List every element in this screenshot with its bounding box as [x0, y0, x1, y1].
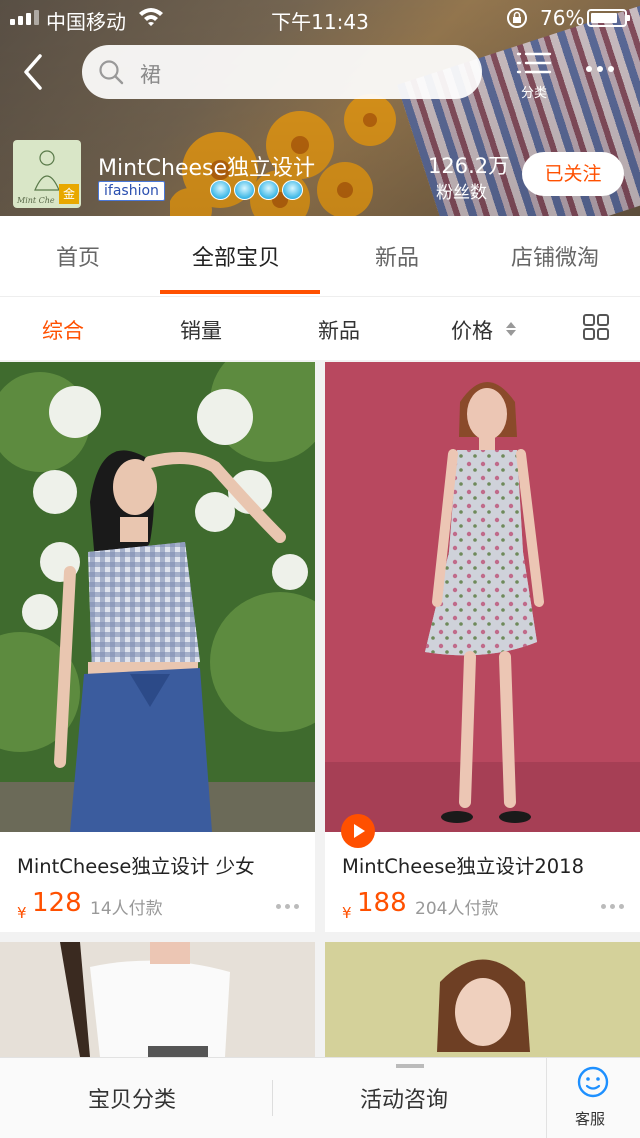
tab-home[interactable]: 首页 [56, 240, 100, 272]
product-card[interactable] [325, 942, 640, 1057]
activity-consult-button[interactable]: 活动咨询 [360, 1082, 448, 1114]
video-play-icon[interactable] [341, 814, 375, 848]
active-tab-indicator [160, 290, 320, 294]
more-icon[interactable] [601, 904, 624, 909]
product-price: 188 [357, 888, 407, 918]
shop-logo-text: Mint Che [17, 196, 55, 205]
sort-price[interactable]: 价格 [451, 315, 493, 345]
category-button[interactable]: 分类 [512, 48, 556, 101]
more-icon[interactable] [276, 904, 299, 909]
rotation-lock-icon [507, 8, 527, 28]
currency-symbol: ¥ [342, 904, 352, 922]
shop-logo[interactable]: Mint Che 金 [13, 140, 81, 208]
product-image [0, 942, 315, 1057]
tab-new[interactable]: 新品 [375, 240, 419, 272]
search-placeholder: 裙 [140, 63, 161, 87]
product-image [325, 362, 640, 832]
tab-all-items[interactable]: 全部宝贝 [192, 240, 280, 272]
product-image [325, 942, 640, 1057]
status-bar: 中国移动 下午11:43 76% [0, 0, 640, 36]
customer-service-label[interactable]: 客服 [575, 1108, 605, 1129]
divider [546, 1058, 547, 1138]
ifashion-badge: ifashion [98, 181, 165, 201]
sort-sales[interactable]: 销量 [180, 315, 222, 345]
customer-service-icon[interactable] [577, 1066, 609, 1098]
list-icon [516, 52, 552, 74]
more-options-icon[interactable] [586, 66, 614, 72]
divider [272, 1080, 273, 1116]
shop-name[interactable]: MintCheese独立设计 [98, 150, 315, 182]
currency-symbol: ¥ [17, 904, 27, 922]
product-card[interactable]: MintCheese独立设计2018 ¥ 188 204人付款 [325, 362, 640, 932]
fans-label: 粉丝数 [436, 183, 487, 203]
bottom-bar: 宝贝分类 活动咨询 客服 [0, 1057, 640, 1138]
shop-logo-seal: 金 [59, 184, 79, 204]
tab-weitao[interactable]: 店铺微淘 [511, 240, 599, 272]
product-card[interactable] [0, 942, 315, 1057]
battery-icon [587, 9, 630, 27]
grid-view-icon[interactable] [582, 313, 610, 341]
crown-icon [234, 180, 255, 200]
sort-bar: 综合 销量 新品 价格 [0, 296, 640, 360]
drag-handle-icon[interactable] [396, 1064, 424, 1068]
crown-icon [258, 180, 279, 200]
product-title: MintCheese独立设计2018 [342, 855, 584, 878]
back-icon[interactable] [18, 52, 54, 92]
sort-arrows-icon [506, 322, 516, 336]
sort-overall[interactable]: 综合 [42, 315, 84, 345]
product-card[interactable]: MintCheese独立设计 少女 ¥ 128 14人付款 [0, 362, 315, 932]
product-title: MintCheese独立设计 少女 [17, 855, 255, 878]
search-icon [99, 60, 124, 85]
item-category-button[interactable]: 宝贝分类 [88, 1082, 176, 1114]
product-image [0, 362, 315, 832]
crown-icon [282, 180, 303, 200]
follow-button[interactable]: 已关注 [522, 152, 624, 196]
battery-percent: 76% [540, 6, 585, 30]
category-label: 分类 [520, 86, 547, 101]
sold-count: 14人付款 [90, 899, 163, 919]
fans-count: 126.2万 [428, 154, 510, 178]
search-input[interactable]: 裙 [82, 45, 482, 99]
sort-new[interactable]: 新品 [318, 315, 360, 345]
product-price: 128 [32, 888, 82, 918]
crown-icon [210, 180, 231, 200]
sold-count: 204人付款 [415, 899, 499, 919]
shop-tabs: 首页 全部宝贝 新品 店铺微淘 [0, 216, 640, 296]
shop-rating-crowns [210, 180, 303, 200]
shop-banner: 中国移动 下午11:43 76% 裙 分类 Mint Che 金 MintChe… [0, 0, 640, 216]
